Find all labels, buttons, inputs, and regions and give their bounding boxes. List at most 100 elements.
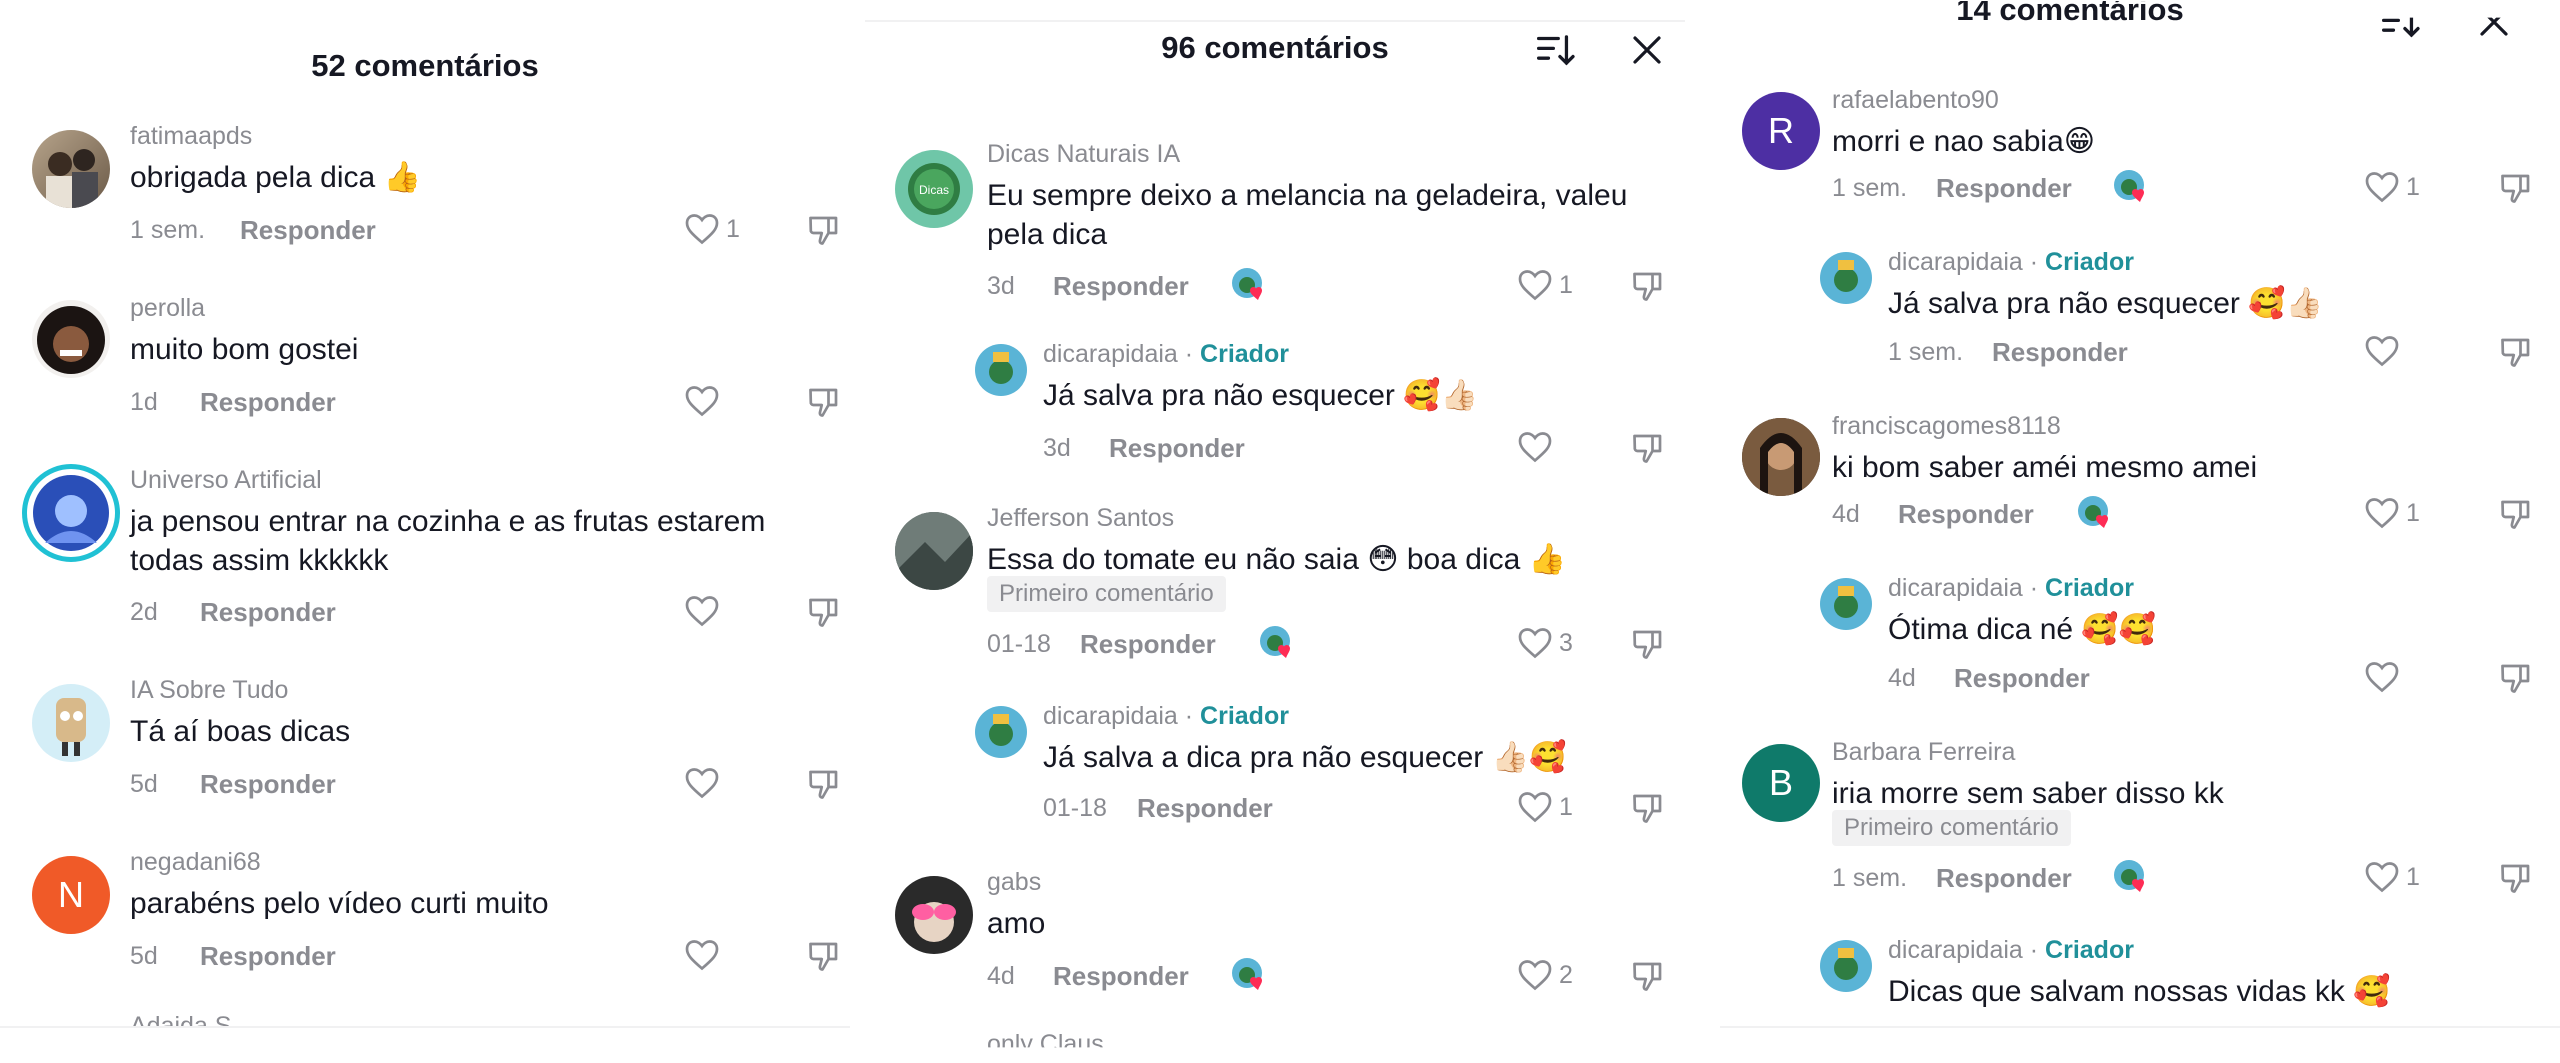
avatar[interactable]: R [1742, 92, 1820, 170]
avatar-letter: B [1768, 762, 1793, 803]
avatar-photo-icon [37, 306, 105, 374]
reply-button[interactable]: Responder [240, 215, 376, 246]
comment-username[interactable]: fatimaapds [130, 122, 252, 151]
avatar[interactable] [1820, 940, 1872, 992]
reply-button[interactable]: Responder [200, 941, 336, 972]
like-button[interactable] [684, 938, 720, 972]
avatar[interactable]: N [32, 856, 110, 934]
dislike-icon[interactable] [806, 212, 842, 248]
avatar[interactable]: Dicas [895, 150, 973, 228]
dislike-icon[interactable] [2498, 170, 2534, 206]
avatar[interactable] [22, 464, 120, 562]
comment-text: ki bom saber améi mesmo amei [1832, 451, 2258, 484]
reply-button[interactable]: Responder [1954, 663, 2090, 694]
dislike-icon[interactable] [806, 594, 842, 630]
heart-icon [2365, 336, 2399, 367]
reply-username[interactable]: dicarapidaia [1888, 936, 2023, 964]
dislike-icon[interactable] [1630, 626, 1666, 662]
comment-text: iria morre sem saber disso kk [1832, 777, 2224, 810]
dislike-icon[interactable] [2498, 334, 2534, 370]
like-button[interactable]: 1 [2364, 496, 2420, 530]
reply-username[interactable]: dicarapidaia [1043, 702, 1178, 730]
like-button[interactable]: 1 [1517, 268, 1573, 302]
avatar[interactable] [975, 344, 1027, 396]
comment-username[interactable]: IA Sobre Tudo [130, 676, 288, 705]
sort-button[interactable] [1533, 28, 1577, 72]
like-button[interactable] [684, 594, 720, 628]
avatar[interactable] [895, 876, 973, 954]
divider [0, 1026, 850, 1028]
comment-username[interactable]: dicarapidaia · Criador [1888, 574, 2134, 603]
dislike-icon[interactable] [2498, 496, 2534, 532]
reply-button[interactable]: Responder [1898, 499, 2034, 530]
comment-username[interactable]: gabs [987, 868, 1041, 897]
avatar[interactable] [1742, 418, 1820, 496]
like-button[interactable] [2364, 334, 2400, 368]
reply-button[interactable]: Responder [1936, 173, 2072, 204]
reply-button[interactable]: Responder [1053, 271, 1189, 302]
avatar[interactable] [32, 684, 110, 762]
comment-username[interactable]: dicarapidaia · Criador [1888, 936, 2134, 965]
dislike-icon[interactable] [1630, 790, 1666, 826]
close-button[interactable] [1625, 28, 1669, 72]
sort-button[interactable] [2378, 17, 2422, 44]
dislike-icon[interactable] [2498, 660, 2534, 696]
reply-username[interactable]: dicarapidaia [1888, 574, 2023, 602]
comment-username[interactable]: Universo Artificial [130, 466, 322, 495]
like-button[interactable]: 1 [2364, 860, 2420, 894]
dislike-icon[interactable] [806, 766, 842, 802]
reply-button[interactable]: Responder [1053, 961, 1189, 992]
comment-username[interactable]: dicarapidaia · Criador [1888, 248, 2134, 277]
separator: · [2022, 936, 2046, 964]
avatar[interactable] [1820, 578, 1872, 630]
comment-username[interactable]: negadani68 [130, 848, 261, 877]
dislike-icon[interactable] [1630, 268, 1666, 304]
comment-username[interactable]: dicarapidaia · Criador [1043, 702, 1289, 731]
comment-username[interactable]: Jefferson Santos [987, 504, 1174, 533]
avatar-logo-icon [1834, 586, 1858, 618]
dislike-icon[interactable] [806, 938, 842, 974]
like-button[interactable]: 1 [684, 212, 740, 246]
like-button[interactable]: 1 [1517, 790, 1573, 824]
reply-username[interactable]: dicarapidaia [1888, 248, 2023, 276]
avatar[interactable]: B [1742, 744, 1820, 822]
reply-button[interactable]: Responder [1992, 337, 2128, 368]
comment-username[interactable]: dicarapidaia · Criador [1043, 340, 1289, 369]
like-button[interactable]: 2 [1517, 958, 1573, 992]
reply-button[interactable]: Responder [1137, 793, 1273, 824]
avatar[interactable] [895, 512, 973, 590]
like-button[interactable]: 3 [1517, 626, 1573, 660]
reply-username[interactable]: dicarapidaia [1043, 340, 1178, 368]
avatar-letter: R [1768, 110, 1794, 151]
comment-username-cut[interactable]: only Claus [987, 1030, 1104, 1047]
creator-label: Criador [1200, 340, 1289, 368]
like-button[interactable] [684, 766, 720, 800]
dislike-icon[interactable] [2498, 860, 2534, 896]
dislike-icon[interactable] [806, 384, 842, 420]
avatar[interactable] [1820, 252, 1872, 304]
like-button[interactable] [2364, 660, 2400, 694]
like-button[interactable]: 1 [2364, 170, 2420, 204]
like-count: 3 [1559, 628, 1573, 657]
like-button[interactable] [1517, 430, 1553, 464]
reply-button[interactable]: Responder [1109, 433, 1245, 464]
comment-username[interactable]: Dicas Naturais IA [987, 140, 1180, 169]
dislike-icon[interactable] [1630, 430, 1666, 466]
reply-button[interactable]: Responder [200, 387, 336, 418]
comment-username[interactable]: perolla [130, 294, 205, 323]
comment-time: 01-18 [987, 630, 1051, 658]
reply-button[interactable]: Responder [1080, 629, 1216, 660]
close-button[interactable] [2472, 17, 2516, 44]
reply-button[interactable]: Responder [1936, 863, 2072, 894]
avatar[interactable] [975, 706, 1027, 758]
comment-username[interactable]: rafaelabento90 [1832, 86, 1999, 115]
comment-username[interactable]: franciscagomes8118 [1832, 412, 2061, 441]
like-button[interactable] [684, 384, 720, 418]
avatar[interactable] [32, 130, 110, 208]
svg-text:Dicas: Dicas [919, 183, 949, 197]
reply-button[interactable]: Responder [200, 769, 336, 800]
reply-button[interactable]: Responder [200, 597, 336, 628]
avatar[interactable] [32, 300, 110, 378]
dislike-icon[interactable] [1630, 958, 1666, 994]
comment-username[interactable]: Barbara Ferreira [1832, 738, 2015, 767]
